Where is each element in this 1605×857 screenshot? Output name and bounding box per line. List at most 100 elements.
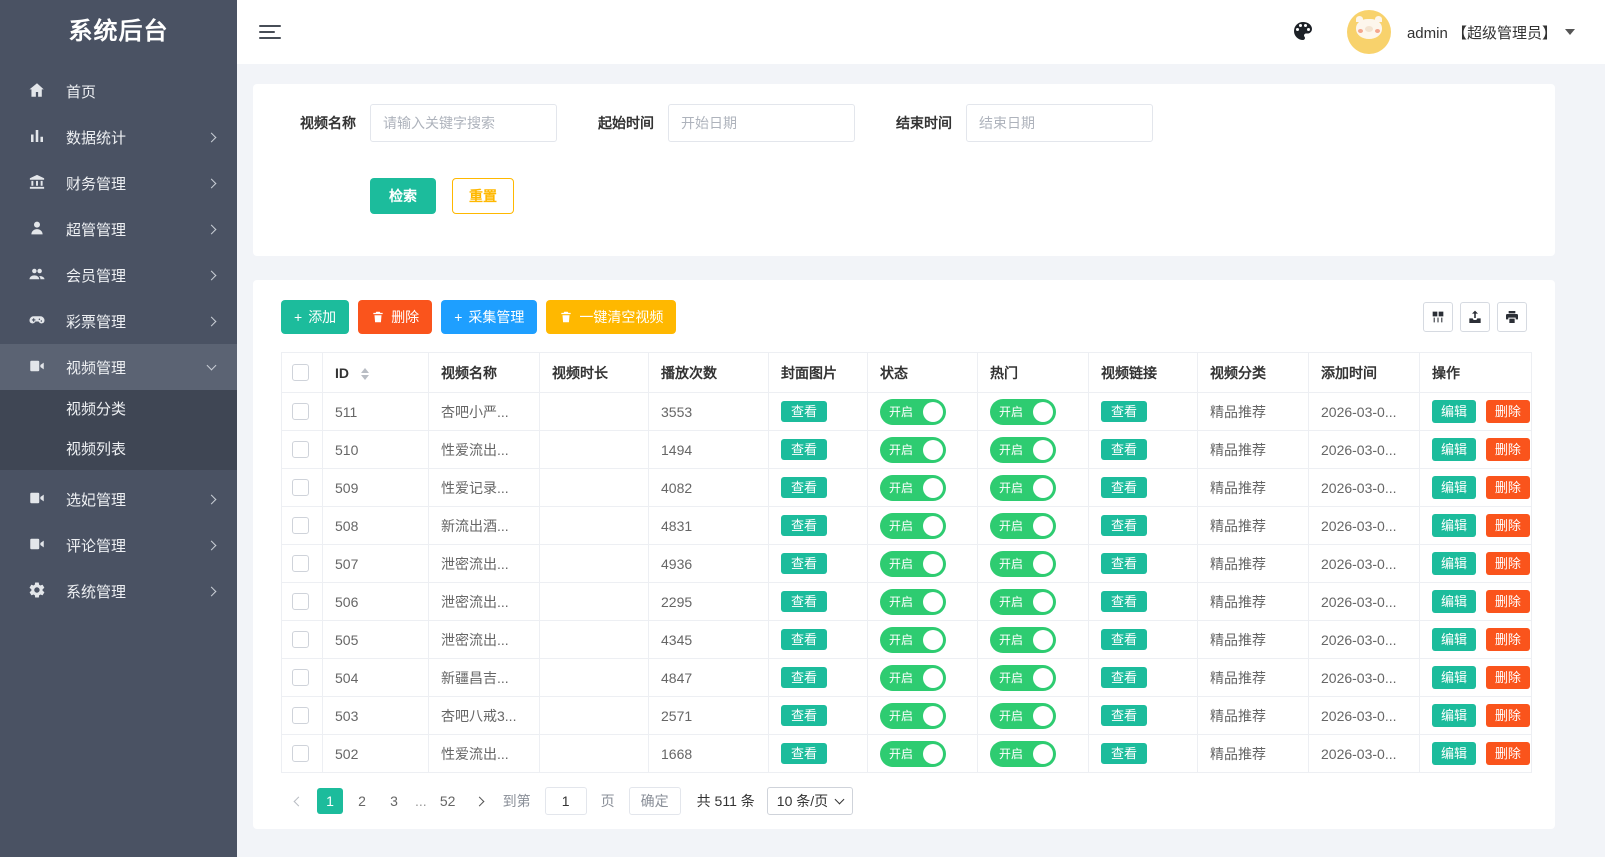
column-header-id[interactable]: ID	[322, 352, 429, 393]
sidebar-item-superadmin[interactable]: 超管管理	[0, 206, 237, 252]
cover-view-button[interactable]: 查看	[781, 629, 828, 650]
row-delete-button[interactable]: 删除	[1485, 400, 1530, 423]
row-checkbox[interactable]	[292, 555, 309, 573]
edit-button[interactable]: 编辑	[1432, 514, 1477, 537]
video-name-input[interactable]	[370, 104, 557, 142]
link-view-button[interactable]: 查看	[1101, 515, 1148, 536]
delete-button[interactable]: 删除	[358, 300, 433, 334]
row-delete-button[interactable]: 删除	[1485, 666, 1530, 689]
link-view-button[interactable]: 查看	[1101, 743, 1148, 764]
search-button[interactable]: 检索	[370, 178, 436, 214]
page-size-select[interactable]: 10 条/页	[766, 787, 854, 815]
row-delete-button[interactable]: 删除	[1485, 742, 1530, 765]
hot-toggle[interactable]: 开启	[990, 588, 1056, 615]
sidebar-item-statistics[interactable]: 数据统计	[0, 114, 237, 160]
cover-view-button[interactable]: 查看	[781, 439, 828, 460]
hot-toggle[interactable]: 开启	[990, 512, 1056, 539]
cover-view-button[interactable]: 查看	[781, 591, 828, 612]
row-delete-button[interactable]: 删除	[1485, 552, 1530, 575]
page-number[interactable]: 3	[381, 788, 407, 814]
admin-dropdown[interactable]: admin 【超级管理员】	[1407, 22, 1575, 43]
link-view-button[interactable]: 查看	[1101, 629, 1148, 650]
link-view-button[interactable]: 查看	[1101, 439, 1148, 460]
link-view-button[interactable]: 查看	[1101, 705, 1148, 726]
status-toggle[interactable]: 开启	[880, 474, 946, 501]
theme-palette-icon[interactable]	[1291, 19, 1317, 45]
status-toggle[interactable]: 开启	[880, 702, 946, 729]
next-page-button[interactable]	[467, 788, 493, 814]
row-delete-button[interactable]: 删除	[1485, 590, 1530, 613]
clear-all-videos-button[interactable]: 一键清空视频	[546, 300, 677, 334]
cover-view-button[interactable]: 查看	[781, 705, 828, 726]
status-toggle[interactable]: 开启	[880, 436, 946, 463]
hot-toggle[interactable]: 开启	[990, 740, 1056, 767]
hot-toggle[interactable]: 开启	[990, 474, 1056, 501]
row-checkbox[interactable]	[292, 479, 309, 497]
sidebar-item-video[interactable]: 视频管理	[0, 344, 237, 390]
cover-view-button[interactable]: 查看	[781, 667, 828, 688]
collect-manage-button[interactable]: + 采集管理	[441, 300, 538, 334]
cover-view-button[interactable]: 查看	[781, 515, 828, 536]
sidebar-item-concubine[interactable]: 选妃管理	[0, 476, 237, 522]
sidebar-item-home[interactable]: 首页	[0, 68, 237, 114]
cover-view-button[interactable]: 查看	[781, 477, 828, 498]
row-checkbox[interactable]	[292, 745, 309, 763]
status-toggle[interactable]: 开启	[880, 512, 946, 539]
edit-button[interactable]: 编辑	[1432, 590, 1477, 613]
row-checkbox[interactable]	[292, 707, 309, 725]
sidebar-item-finance[interactable]: 财务管理	[0, 160, 237, 206]
cover-view-button[interactable]: 查看	[781, 401, 828, 422]
row-checkbox[interactable]	[292, 403, 309, 421]
hot-toggle[interactable]: 开启	[990, 550, 1056, 577]
add-button[interactable]: + 添加	[281, 300, 350, 334]
link-view-button[interactable]: 查看	[1101, 477, 1148, 498]
row-delete-button[interactable]: 删除	[1485, 628, 1530, 651]
status-toggle[interactable]: 开启	[880, 740, 946, 767]
row-delete-button[interactable]: 删除	[1485, 476, 1530, 499]
edit-button[interactable]: 编辑	[1432, 704, 1477, 727]
edit-button[interactable]: 编辑	[1432, 628, 1477, 651]
edit-button[interactable]: 编辑	[1432, 438, 1477, 461]
row-delete-button[interactable]: 删除	[1485, 514, 1530, 537]
start-date-input[interactable]	[668, 104, 855, 142]
hot-toggle[interactable]: 开启	[990, 436, 1056, 463]
menu-toggle-icon[interactable]	[259, 21, 281, 43]
edit-button[interactable]: 编辑	[1432, 552, 1477, 575]
sidebar-item-video-categories[interactable]: 视频分类	[0, 390, 237, 430]
print-button[interactable]	[1497, 302, 1527, 332]
reset-button[interactable]: 重置	[452, 178, 514, 214]
hot-toggle[interactable]: 开启	[990, 398, 1056, 425]
row-checkbox[interactable]	[292, 517, 309, 535]
columns-filter-button[interactable]	[1423, 302, 1453, 332]
edit-button[interactable]: 编辑	[1432, 476, 1477, 499]
edit-button[interactable]: 编辑	[1432, 666, 1477, 689]
row-checkbox[interactable]	[292, 593, 309, 611]
export-button[interactable]	[1460, 302, 1490, 332]
sidebar-item-comments[interactable]: 评论管理	[0, 522, 237, 568]
select-all-checkbox[interactable]	[292, 364, 309, 382]
edit-button[interactable]: 编辑	[1432, 742, 1477, 765]
row-checkbox[interactable]	[292, 669, 309, 687]
row-checkbox[interactable]	[292, 631, 309, 649]
sort-icon[interactable]	[360, 367, 369, 380]
goto-page-input[interactable]	[544, 787, 587, 815]
edit-button[interactable]: 编辑	[1432, 400, 1477, 423]
goto-confirm-button[interactable]: 确定	[628, 787, 681, 815]
status-toggle[interactable]: 开启	[880, 664, 946, 691]
page-number[interactable]: 52	[435, 788, 461, 814]
row-delete-button[interactable]: 删除	[1485, 438, 1530, 461]
sidebar-item-members[interactable]: 会员管理	[0, 252, 237, 298]
end-date-input[interactable]	[966, 104, 1153, 142]
link-view-button[interactable]: 查看	[1101, 553, 1148, 574]
page-number[interactable]: 2	[349, 788, 375, 814]
sidebar-item-system[interactable]: 系统管理	[0, 568, 237, 614]
cover-view-button[interactable]: 查看	[781, 743, 828, 764]
status-toggle[interactable]: 开启	[880, 398, 946, 425]
hot-toggle[interactable]: 开启	[990, 702, 1056, 729]
prev-page-button[interactable]	[285, 788, 311, 814]
avatar[interactable]	[1346, 10, 1391, 54]
link-view-button[interactable]: 查看	[1101, 667, 1148, 688]
row-checkbox[interactable]	[292, 441, 309, 459]
row-delete-button[interactable]: 删除	[1485, 704, 1530, 727]
hot-toggle[interactable]: 开启	[990, 626, 1056, 653]
